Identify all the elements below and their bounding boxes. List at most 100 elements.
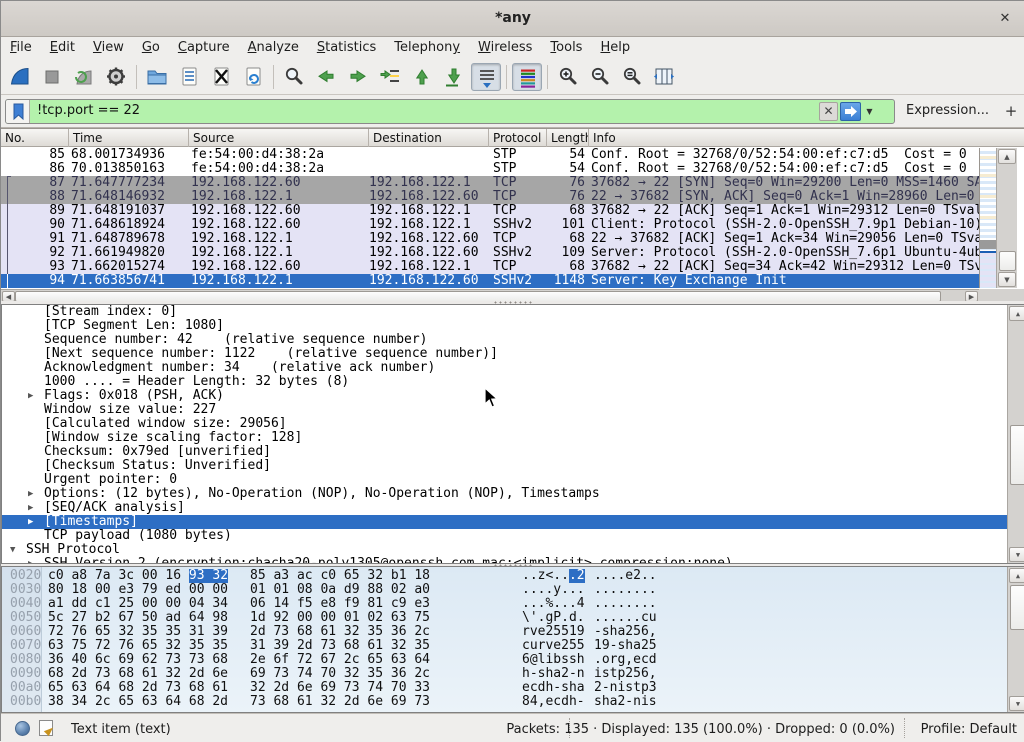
packet-list-minimap[interactable] — [979, 148, 996, 288]
resize-columns-button[interactable] — [649, 63, 679, 91]
hex-row-0030[interactable]: 003080 18 00 e3 79 ed 00 0001 01 08 0a d… — [2, 583, 1007, 597]
filter-bookmark-button[interactable] — [6, 100, 30, 123]
column-header-info[interactable]: Info — [589, 129, 1024, 147]
menu-item-capture[interactable]: Capture — [169, 37, 239, 60]
go-first-button[interactable] — [407, 63, 437, 91]
close-file-button[interactable] — [206, 63, 236, 91]
scrollbar-thumb[interactable] — [1010, 585, 1024, 630]
start-capture-button[interactable] — [5, 63, 35, 91]
menu-item-tools[interactable]: Tools — [541, 37, 591, 60]
expand-arrow-icon[interactable]: ▶ — [28, 487, 33, 501]
scroll-down-arrow[interactable]: ▼ — [998, 272, 1016, 287]
packet-row-92[interactable]: 9271.661949820192.168.122.1192.168.122.6… — [1, 246, 979, 260]
hex-row-0040[interactable]: 0040a1 dd c1 25 00 00 04 3406 14 f5 e8 f… — [2, 597, 1007, 611]
status-profile[interactable]: Profile: Default — [921, 722, 1017, 737]
detail-row[interactable]: ▶SSH Version 2 (encryption:chacha20-poly… — [2, 557, 1024, 564]
column-header-protocol[interactable]: Protocol — [489, 129, 547, 147]
close-window-button[interactable]: ✕ — [995, 9, 1015, 29]
detail-row[interactable]: 1000 .... = Header Length: 32 bytes (8) — [2, 375, 1024, 389]
detail-row[interactable]: [Stream index: 0] — [2, 305, 1024, 319]
filter-expression-text[interactable]: !tcp.port == 22 — [37, 103, 140, 118]
restart-capture-button[interactable] — [69, 63, 99, 91]
hex-row-0080[interactable]: 008036 40 6c 69 62 73 73 682e 6f 72 67 2… — [2, 653, 1007, 667]
packet-row-93[interactable]: 9371.662015274192.168.122.60192.168.122.… — [1, 260, 979, 274]
hex-row-0060[interactable]: 006072 76 65 32 35 35 31 392d 73 68 61 3… — [2, 625, 1007, 639]
scroll-up-arrow[interactable]: ▲ — [1009, 568, 1024, 583]
packet-row-85[interactable]: 8568.001734936fe:54:00:d4:38:2aSTP54Conf… — [1, 148, 979, 162]
packet-row-88[interactable]: 8871.648146932192.168.122.1192.168.122.6… — [1, 190, 979, 204]
packet-row-90[interactable]: 9071.648618924192.168.122.60192.168.122.… — [1, 218, 979, 232]
detail-row[interactable]: TCP payload (1080 bytes) — [2, 529, 1024, 543]
hex-row-0050[interactable]: 00505c 27 b2 67 50 ad 64 981d 92 00 00 0… — [2, 611, 1007, 625]
detail-row[interactable]: [Checksum Status: Unverified] — [2, 459, 1024, 473]
menu-item-help[interactable]: Help — [591, 37, 639, 60]
scroll-up-arrow[interactable]: ▲ — [1009, 306, 1024, 321]
menu-item-wireless[interactable]: Wireless — [469, 37, 541, 60]
zoom-in-button[interactable] — [553, 63, 583, 91]
detail-row[interactable]: ▼SSH Protocol — [2, 543, 1024, 557]
go-forward-button[interactable] — [343, 63, 373, 91]
menu-item-edit[interactable]: Edit — [41, 37, 84, 60]
hex-row-0090[interactable]: 009068 2d 73 68 61 32 2d 6e69 73 74 70 3… — [2, 667, 1007, 681]
packet-row-89[interactable]: 8971.648191037192.168.122.60192.168.122.… — [1, 204, 979, 218]
column-header-source[interactable]: Source — [189, 129, 369, 147]
hex-row-00a0[interactable]: 00a065 63 64 68 2d 73 68 6132 2d 6e 69 7… — [2, 681, 1007, 695]
column-header-time[interactable]: Time — [69, 129, 189, 147]
collapse-arrow-icon[interactable]: ▼ — [10, 543, 15, 557]
hex-row-00b0[interactable]: 00b038 34 2c 65 63 64 68 2d73 68 61 32 2… — [2, 695, 1007, 709]
scroll-down-arrow[interactable]: ▼ — [1009, 547, 1024, 562]
menu-item-go[interactable]: Go — [133, 37, 169, 60]
detail-row[interactable]: Window size value: 227 — [2, 403, 1024, 417]
hex-row-0070[interactable]: 007063 75 72 76 65 32 35 3531 39 2d 73 6… — [2, 639, 1007, 653]
add-filter-button[interactable]: + — [1003, 100, 1019, 122]
find-packet-button[interactable] — [279, 63, 309, 91]
go-back-button[interactable] — [311, 63, 341, 91]
bytes-vertical-scrollbar[interactable]: ▲ ▼ — [1007, 567, 1024, 712]
detail-row[interactable]: Checksum: 0x79ed [unverified] — [2, 445, 1024, 459]
stop-capture-button[interactable] — [37, 63, 67, 91]
filter-clear-button[interactable]: ✕ — [819, 102, 838, 121]
column-header-no[interactable]: No. — [1, 129, 69, 147]
scrollbar-thumb[interactable] — [999, 251, 1016, 271]
menu-item-file[interactable]: File — [1, 37, 41, 60]
zoom-out-button[interactable] — [585, 63, 615, 91]
packet-list-vertical-scrollbar[interactable]: ▲ ▼ — [996, 148, 1017, 288]
menu-item-analyze[interactable]: Analyze — [239, 37, 308, 60]
expand-arrow-icon[interactable]: ▶ — [28, 557, 33, 564]
go-to-packet-button[interactable] — [375, 63, 405, 91]
packet-row-87[interactable]: 8771.647777234192.168.122.60192.168.122.… — [1, 176, 979, 190]
detail-row[interactable]: ▶[Timestamps] — [2, 515, 1024, 529]
expand-arrow-icon[interactable]: ▶ — [28, 389, 33, 403]
save-file-button[interactable] — [174, 63, 204, 91]
title-bar[interactable]: *any ✕ — [1, 1, 1024, 37]
detail-row[interactable]: [Calculated window size: 29056] — [2, 417, 1024, 431]
zoom-100-button[interactable] — [617, 63, 647, 91]
scrollbar-thumb[interactable] — [1010, 425, 1024, 485]
open-file-button[interactable] — [142, 63, 172, 91]
capture-comment-icon[interactable] — [39, 720, 53, 736]
menu-item-view[interactable]: View — [84, 37, 133, 60]
expand-arrow-icon[interactable]: ▶ — [28, 515, 33, 529]
detail-row[interactable]: ▶Flags: 0x018 (PSH, ACK) — [2, 389, 1024, 403]
expert-info-icon[interactable] — [15, 721, 30, 736]
detail-row[interactable]: [TCP Segment Len: 1080] — [2, 319, 1024, 333]
auto-scroll-button[interactable] — [471, 63, 501, 91]
reload-file-button[interactable] — [238, 63, 268, 91]
packet-row-86[interactable]: 8670.013850163fe:54:00:d4:38:2aSTP54Conf… — [1, 162, 979, 176]
colorize-button[interactable] — [512, 63, 542, 91]
detail-row[interactable]: [Next sequence number: 1122 (relative se… — [2, 347, 1024, 361]
detail-row[interactable]: ▶Options: (12 bytes), No-Operation (NOP)… — [2, 487, 1024, 501]
menu-item-telephony[interactable]: Telephony — [385, 37, 469, 60]
scroll-down-arrow[interactable]: ▼ — [1009, 696, 1024, 711]
hex-row-0020[interactable]: 0020c0 a8 7a 3c 00 16 93 3285 a3 ac c0 6… — [2, 569, 1007, 583]
expand-arrow-icon[interactable]: ▶ — [28, 501, 33, 515]
filter-apply-button[interactable] — [840, 102, 861, 121]
packet-row-91[interactable]: 9171.648789678192.168.122.1192.168.122.6… — [1, 232, 979, 246]
detail-row[interactable]: [Window size scaling factor: 128] — [2, 431, 1024, 445]
menu-item-statistics[interactable]: Statistics — [308, 37, 385, 60]
scroll-up-arrow[interactable]: ▲ — [998, 149, 1016, 164]
filter-history-dropdown[interactable]: ▼ — [863, 102, 876, 121]
go-last-button[interactable] — [439, 63, 469, 91]
expression-button[interactable]: Expression... — [906, 103, 989, 118]
column-header-destination[interactable]: Destination — [369, 129, 489, 147]
